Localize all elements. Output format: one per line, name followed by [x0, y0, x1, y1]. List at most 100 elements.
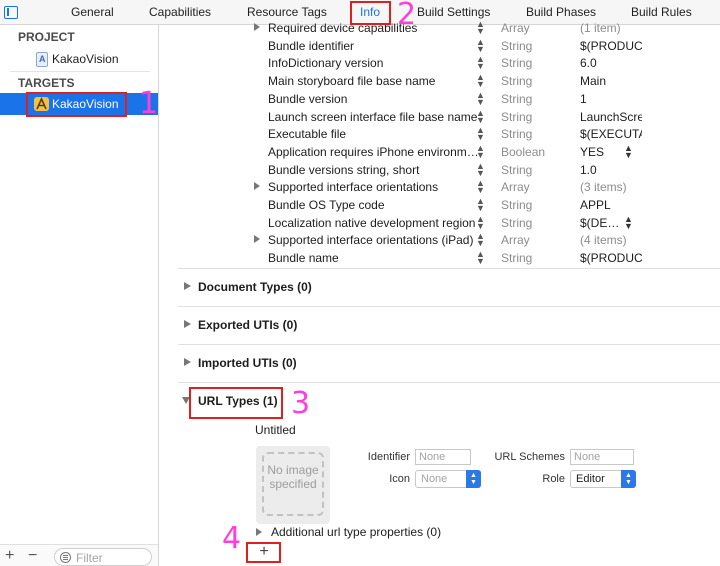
plist-type[interactable]: String	[501, 39, 532, 53]
disclosure-right-icon[interactable]	[254, 23, 260, 31]
key-stepper-icon[interactable]: ▲ ▼	[476, 20, 485, 36]
key-stepper-icon[interactable]: ▲ ▼	[476, 179, 485, 195]
annotation-box-url-types	[189, 387, 283, 419]
plist-value[interactable]: Main	[580, 74, 642, 88]
key-stepper-icon[interactable]: ▲ ▼	[476, 161, 485, 177]
additional-properties-label: Additional url type properties (0)	[271, 525, 442, 539]
project-item[interactable]: KakaoVision	[0, 48, 158, 70]
key-stepper-icon[interactable]: ▲ ▼	[476, 73, 485, 89]
plist-row[interactable]: Bundle identifier ▲▼ String $(PRODUCT_BUNDL…	[250, 37, 720, 55]
disclosure-right-icon[interactable]	[254, 235, 260, 244]
plist-value[interactable]: $(PRODUCT_BUNDLE_IDENTIFIER)	[580, 39, 642, 53]
plist-type[interactable]: Array	[501, 180, 530, 194]
tab-build-settings[interactable]: Build Settings	[417, 5, 490, 19]
plist-type[interactable]: Boolean	[501, 145, 545, 159]
plist-value[interactable]: (3 items)	[580, 180, 642, 194]
url-type-title: Untitled	[255, 423, 296, 437]
annotation-number-3: 3	[291, 386, 311, 421]
plist-value[interactable]: $(EXECUTABLE_NAME)	[580, 127, 642, 141]
disclosure-right-icon[interactable]	[254, 182, 260, 191]
image-placeholder: No image specified	[262, 452, 324, 516]
plist-row[interactable]: Application requires iPhone environm… ▲ ▼ B…	[250, 143, 720, 161]
plist-value[interactable]: LaunchScreen	[580, 110, 642, 124]
key-stepper-icon[interactable]: ▲ ▼	[476, 108, 485, 124]
filter-field[interactable]: Filter	[54, 548, 152, 566]
plist-row[interactable]: Supported interface orientations ▲ ▼ Array (…	[250, 178, 720, 196]
plist-value[interactable]: $(PRODUCT_NAME)	[580, 251, 642, 265]
plist-row[interactable]: Supported interface orientations (iPad) ▲…	[250, 231, 720, 249]
section-title: Document Types (0)	[198, 280, 312, 294]
key-stepper-icon[interactable]: ▲ ▼	[476, 37, 485, 53]
filter-placeholder: Filter	[76, 551, 103, 565]
plist-type[interactable]: String	[501, 216, 532, 230]
info-editor: Required device capabilities ▲ ▼ Array (1 it…	[160, 20, 720, 566]
role-select[interactable]: Editor ▲ ▼	[570, 470, 636, 488]
key-stepper-icon[interactable]: ▲ ▼	[476, 126, 485, 142]
plist-type[interactable]: Array	[501, 233, 530, 247]
url-type-image-well[interactable]: No image specified	[256, 446, 330, 524]
filter-icon	[60, 552, 71, 563]
annotation-box-add-button	[246, 542, 281, 563]
plist-key: Main storyboard file base name	[268, 74, 436, 89]
tab-capabilities[interactable]: Capabilities	[149, 5, 211, 19]
tab-resource-tags[interactable]: Resource Tags	[247, 5, 327, 19]
plist-row[interactable]: InfoDictionary version ▲ ▼ String 6.0	[250, 54, 720, 72]
plist-key: Bundle name	[268, 251, 339, 266]
plist-row[interactable]: Bundle OS Type code ▲ ▼ String APPL	[250, 196, 720, 214]
plist-type[interactable]: Array	[501, 21, 530, 35]
plist-key: Bundle identifier	[268, 38, 355, 53]
plist-type[interactable]: String	[501, 198, 532, 212]
plist-type[interactable]: String	[501, 74, 532, 88]
plist-row[interactable]: Bundle versions string, short ▲ ▼ String 1.0	[250, 161, 720, 179]
targets-header: TARGETS	[18, 76, 75, 90]
section-imported-utis[interactable]: Imported UTIs (0)	[178, 344, 720, 382]
plist-row[interactable]: Executable file ▲▼ String $(EXECUTABLE_NAME…	[250, 125, 720, 143]
project-name: KakaoVision	[52, 52, 119, 66]
disclosure-right-icon	[184, 320, 191, 328]
add-target-button[interactable]: +	[5, 547, 14, 565]
identifier-field[interactable]: None	[415, 449, 471, 465]
url-schemes-field[interactable]: None	[570, 449, 634, 465]
plist-type[interactable]: String	[501, 92, 532, 106]
select-arrows-icon: ▲ ▼	[466, 470, 481, 488]
icon-select-value: None	[421, 473, 448, 485]
key-stepper-icon[interactable]: ▲ ▼	[476, 143, 485, 159]
plist-type[interactable]: String	[501, 110, 532, 124]
key-stepper-icon[interactable]: ▲ ▼	[476, 55, 485, 71]
section-exported-utis[interactable]: Exported UTIs (0)	[178, 306, 720, 344]
plist-row[interactable]: Main storyboard file base name ▲ ▼ String Ma…	[250, 72, 720, 90]
plist-type[interactable]: String	[501, 56, 532, 70]
plist-type[interactable]: String	[501, 251, 532, 265]
plist-value[interactable]: 6.0	[580, 56, 642, 70]
plist-row[interactable]: Required device capabilities ▲ ▼ Array (1 it…	[250, 19, 720, 37]
plist-value[interactable]: APPL	[580, 198, 642, 212]
key-stepper-icon[interactable]: ▲ ▼	[476, 250, 485, 266]
tab-build-rules[interactable]: Build Rules	[631, 5, 692, 19]
plist-value[interactable]: (4 items)	[580, 233, 642, 247]
icon-select[interactable]: None ▲ ▼	[415, 470, 481, 488]
key-stepper-icon[interactable]: ▲ ▼	[476, 214, 485, 230]
sidebar-divider	[10, 71, 150, 72]
plist-row[interactable]: Bundle name ▲▼ String $(PRODUCT_NAME)	[250, 249, 720, 267]
tab-build-phases[interactable]: Build Phases	[526, 5, 596, 19]
plist-row[interactable]: Launch screen interface file base name ▲ ▼…	[250, 108, 720, 126]
plist-value[interactable]: 1.0	[580, 163, 642, 177]
value-stepper-icon[interactable]: ▲ ▼	[624, 143, 633, 159]
plist-value[interactable]: (1 item)	[580, 21, 642, 35]
key-stepper-icon[interactable]: ▲ ▼	[476, 90, 485, 106]
sidebar-toggle-icon[interactable]	[4, 6, 18, 19]
plist-type[interactable]: String	[501, 127, 532, 141]
xcode-window: General Capabilities Resource Tags Info …	[0, 0, 720, 566]
plist-key: Bundle versions string, short	[268, 162, 420, 177]
key-stepper-icon[interactable]: ▲ ▼	[476, 232, 485, 248]
plist-type[interactable]: String	[501, 163, 532, 177]
section-document-types[interactable]: Document Types (0)	[178, 268, 720, 306]
key-stepper-icon[interactable]: ▲ ▼	[476, 197, 485, 213]
tab-general[interactable]: General	[71, 5, 114, 19]
plist-row[interactable]: Bundle version ▲ ▼ String 1	[250, 90, 720, 108]
plist-value[interactable]: 1	[580, 92, 642, 106]
plist-row[interactable]: Localization native development region ▲ ▼…	[250, 214, 720, 232]
value-stepper-icon[interactable]: ▲ ▼	[624, 214, 633, 230]
project-header: PROJECT	[18, 30, 75, 44]
remove-target-button[interactable]: −	[28, 547, 37, 565]
